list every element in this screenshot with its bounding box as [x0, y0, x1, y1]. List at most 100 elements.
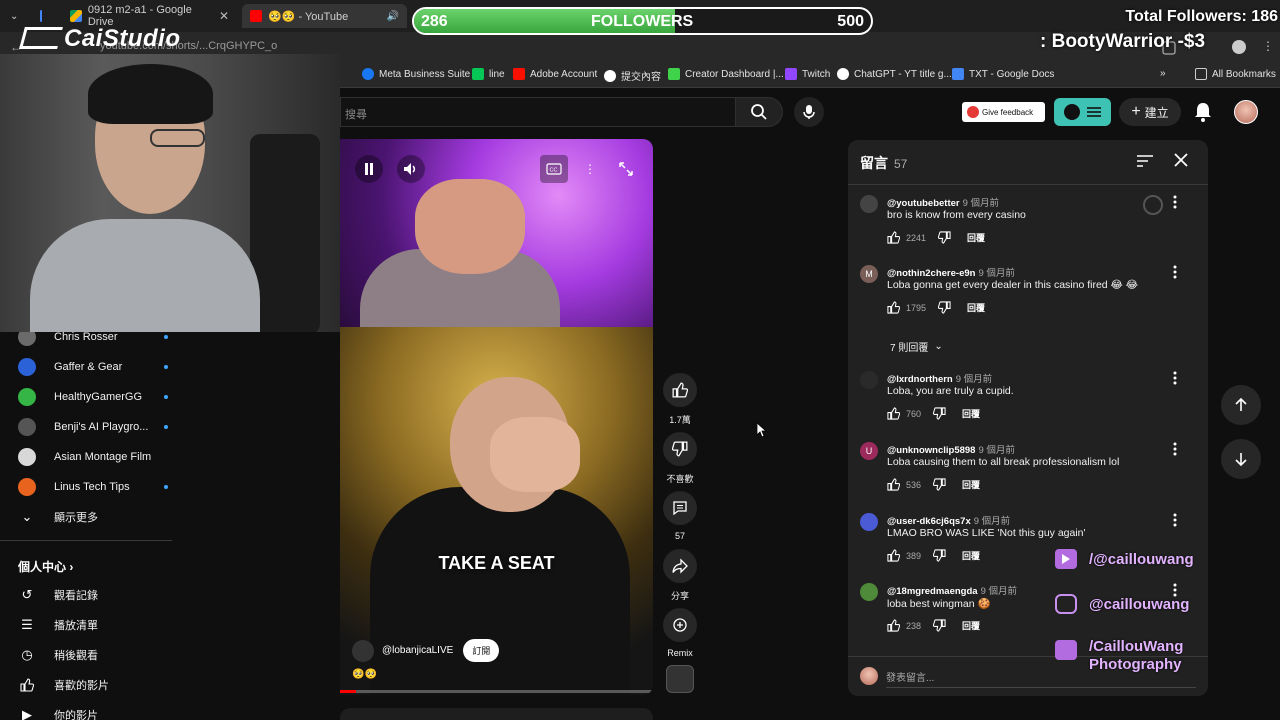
channel-avatar[interactable] [352, 639, 374, 662]
google-docs-icon [40, 10, 42, 22]
bookmark-submit[interactable]: 提交內容 [604, 68, 661, 83]
commenter-avatar[interactable] [860, 371, 878, 389]
share-action: 分享 [662, 549, 698, 602]
notifications-bell-icon[interactable] [1193, 101, 1213, 123]
remix-button[interactable] [663, 608, 697, 642]
commenter-avatar[interactable] [860, 513, 878, 531]
sound-thumbnail[interactable] [666, 665, 694, 693]
sidebar-item-playlists[interactable]: ☰ 播放清單 [18, 614, 168, 636]
sidebar-section-personal[interactable]: 個人中心 › [18, 558, 73, 575]
comment-author[interactable]: @unknownclip5898 [887, 445, 975, 456]
thumb-up-icon[interactable] [887, 478, 900, 491]
commenter-avatar[interactable] [860, 195, 878, 213]
comment-time: 9 個月前 [973, 516, 1011, 527]
reply-button[interactable]: 回覆 [962, 549, 980, 562]
sidebar-show-more[interactable]: ⌄ 顯示更多 [18, 506, 168, 528]
menu-dots-icon[interactable] [1172, 264, 1178, 280]
comment-author[interactable]: @user-dk6cj6qs7x [887, 516, 971, 527]
next-short-preview[interactable] [340, 708, 653, 720]
thumb-down-icon[interactable] [933, 619, 946, 632]
more-options-button[interactable]: ⋮ [576, 155, 604, 183]
view-replies-button[interactable]: 7 則回覆 ⌄ [890, 339, 943, 354]
reply-button[interactable]: 回覆 [967, 301, 985, 314]
sidebar-item-your-videos[interactable]: ▶ 你的影片 [18, 704, 168, 720]
search-button[interactable] [735, 97, 783, 127]
fullscreen-button[interactable] [612, 155, 640, 183]
thumb-down-icon[interactable] [938, 301, 951, 314]
thumb-down-icon[interactable] [933, 407, 946, 420]
commenter-avatar[interactable]: M [860, 265, 878, 283]
tab-youtube[interactable]: 🥺🥺 - YouTube 🔊 [242, 4, 407, 28]
dislike-button[interactable] [663, 432, 697, 466]
bookmarks-overflow[interactable]: » [1160, 68, 1166, 79]
sidebar-item-label: 顯示更多 [54, 512, 98, 524]
sidebar-item-linus-tech-tips[interactable]: Linus Tech Tips [18, 476, 168, 498]
profile-icon[interactable] [1232, 40, 1246, 54]
thumb-down-icon[interactable] [933, 478, 946, 491]
close-icon[interactable] [1172, 151, 1190, 169]
facepalm-hand-shape [490, 417, 580, 492]
google-docs-icon [952, 68, 964, 80]
comment-author[interactable]: @lxrdnorthern [887, 374, 953, 385]
sidebar-item-liked-videos[interactable]: 喜歡的影片 [18, 674, 168, 696]
like-button[interactable] [663, 373, 697, 407]
thumb-up-icon[interactable] [887, 619, 900, 632]
bookmark-txt-docs[interactable]: TXT - Google Docs [952, 68, 1054, 80]
sidebar-item-asian-montage-film[interactable]: Asian Montage Film [18, 446, 168, 468]
reply-button[interactable]: 回覆 [962, 478, 980, 491]
create-button[interactable]: + 建立 [1119, 98, 1181, 126]
thumb-down-icon[interactable] [938, 231, 951, 244]
menu-dots-icon[interactable] [1172, 370, 1178, 386]
all-bookmarks[interactable]: All Bookmarks [1195, 68, 1276, 80]
channel-name[interactable]: @lobanjicaLIVE [382, 645, 453, 656]
sidebar-item-gaffer-gear[interactable]: Gaffer & Gear [18, 356, 168, 378]
replies-label: 7 則回覆 [890, 343, 929, 354]
share-button[interactable] [663, 549, 697, 583]
speaker-icon[interactable]: 🔊 [387, 11, 399, 22]
thumb-down-icon[interactable] [933, 549, 946, 562]
video-caption: TAKE A SEAT [438, 553, 555, 573]
give-feedback-button[interactable]: Give feedback [962, 102, 1045, 122]
commenter-avatar[interactable] [860, 583, 878, 601]
commenter-avatar[interactable]: U [860, 442, 878, 460]
reply-button[interactable]: 回覆 [967, 231, 985, 244]
voice-search-button[interactable] [794, 97, 824, 127]
search-input[interactable]: 搜尋 [340, 97, 735, 127]
menu-dots-icon[interactable] [1172, 512, 1178, 528]
thumb-up-icon[interactable] [887, 231, 900, 244]
pause-button[interactable] [355, 155, 383, 183]
sidebar-item-history[interactable]: ↺ 觀看記錄 [18, 584, 168, 606]
thumb-up-icon[interactable] [887, 549, 900, 562]
sidebar-item-benjis-ai[interactable]: Benji's AI Playgro... [18, 416, 168, 438]
comment-author[interactable]: @18mgredmaengda [887, 586, 978, 597]
sidebar-item-healthygamergg[interactable]: HealthyGamerGG [18, 386, 168, 408]
subscribe-button[interactable]: 訂閱 [463, 639, 500, 662]
thumb-up-icon[interactable] [887, 301, 900, 314]
menu-dots-icon[interactable]: ⋮ [1262, 39, 1274, 53]
comments-button[interactable] [663, 491, 697, 525]
bookmark-adobe[interactable]: Adobe Account [513, 68, 597, 80]
thumb-up-icon[interactable] [887, 407, 900, 420]
close-tab-icon[interactable]: ✕ [219, 9, 229, 23]
menu-dots-icon[interactable] [1172, 441, 1178, 457]
reply-button[interactable]: 回覆 [962, 619, 980, 632]
comment-author[interactable]: @youtubebetter [887, 198, 960, 209]
menu-dots-icon[interactable] [1172, 194, 1178, 210]
bookmark-twitch[interactable]: Twitch [785, 68, 830, 80]
extension-button[interactable] [1054, 98, 1111, 126]
reply-button[interactable]: 回覆 [962, 407, 980, 420]
sidebar-item-watch-later[interactable]: ◷ 稍後觀看 [18, 644, 168, 666]
bookmark-line[interactable]: line [472, 68, 505, 80]
volume-button[interactable] [397, 155, 425, 183]
video-progress-bar[interactable] [340, 690, 653, 693]
bookmark-meta-business-suite[interactable]: Meta Business Suite [362, 68, 470, 80]
bookmark-creator-dashboard[interactable]: Creator Dashboard |... [668, 68, 784, 80]
bookmark-chatgpt[interactable]: ChatGPT - YT title g... [837, 68, 952, 80]
previous-short-button[interactable] [1221, 385, 1261, 425]
captions-button[interactable]: CC [540, 155, 568, 183]
next-short-button[interactable] [1221, 439, 1261, 479]
comment-author[interactable]: @nothin2chere-e9n [887, 268, 975, 279]
shorts-video-player[interactable]: CC ⋮ TAKE A SEAT @lobanjicaLIVE 訂閱 🥺🥺 [340, 139, 653, 695]
sort-icon[interactable] [1136, 153, 1154, 169]
account-avatar[interactable] [1234, 100, 1258, 124]
